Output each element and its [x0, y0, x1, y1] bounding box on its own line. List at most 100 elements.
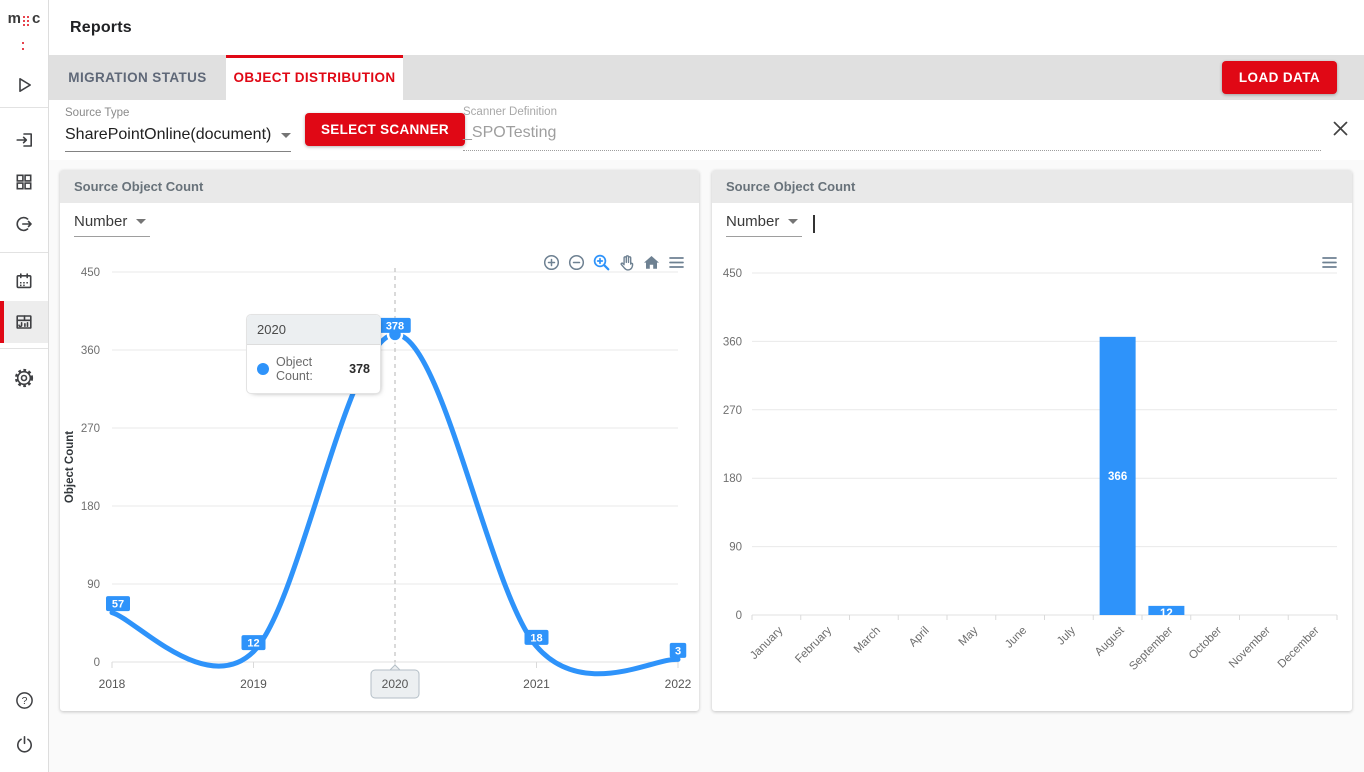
help-icon: ? [14, 690, 35, 711]
home-icon[interactable] [642, 253, 661, 272]
selector-row: Number [712, 203, 1352, 248]
selector-row: Number [60, 203, 699, 248]
bar-chart[interactable]: 09018027036045036612JanuaryFebruaryMarch… [712, 248, 1352, 711]
svg-text:450: 450 [81, 267, 100, 279]
svg-text:July: July [1055, 624, 1078, 647]
tabs-bar: MIGRATION STATUS OBJECT DISTRIBUTION LOA… [49, 55, 1364, 100]
panel-title: Source Object Count [60, 170, 699, 203]
gear-icon [13, 367, 35, 389]
sidebar-item-apps[interactable] [0, 161, 48, 203]
svg-text:October: October [1187, 625, 1225, 663]
svg-text:May: May [957, 624, 981, 648]
power-icon [14, 734, 35, 755]
tab-object-distribution[interactable]: OBJECT DISTRIBUTION [226, 55, 403, 100]
svg-text:April: April [907, 625, 932, 650]
svg-text:180: 180 [723, 473, 742, 485]
svg-text:90: 90 [729, 542, 742, 554]
chevron-down-icon [788, 219, 798, 224]
scanner-definition-label: Scanner Definition [463, 106, 1321, 118]
sign-in-icon [14, 130, 34, 150]
svg-text:12: 12 [1160, 608, 1173, 620]
svg-text:360: 360 [723, 336, 742, 348]
svg-text:366: 366 [1108, 471, 1127, 483]
chart-tooltip: 2020 Object Count: 378 [246, 314, 381, 394]
line-chart[interactable]: 0901802703604505712378183201820192020202… [60, 248, 699, 711]
svg-text:February: February [793, 624, 834, 665]
grid-icon [14, 172, 34, 192]
tooltip-series-value: 378 [349, 362, 370, 376]
svg-text:November: November [1227, 625, 1273, 671]
sidebar: m c [0, 0, 49, 772]
text-caret [813, 215, 815, 233]
svg-text:September: September [1127, 625, 1175, 673]
svg-text:180: 180 [81, 501, 100, 513]
sidebar-item-reports[interactable] [0, 301, 48, 343]
svg-text:August: August [1093, 624, 1127, 658]
svg-text:?: ? [21, 695, 27, 707]
bar-chart-svg[interactable]: 09018027036045036612JanuaryFebruaryMarch… [712, 248, 1344, 703]
svg-text:0: 0 [94, 657, 100, 669]
close-icon[interactable] [1331, 119, 1350, 143]
tab-migration-status[interactable]: MIGRATION STATUS [49, 55, 226, 100]
number-select-left[interactable]: Number [74, 213, 150, 237]
sidebar-item-run[interactable] [0, 64, 48, 106]
svg-text:378: 378 [386, 320, 404, 332]
sidebar-item-scheduler[interactable] [0, 260, 48, 302]
pan-icon[interactable] [617, 253, 636, 272]
svg-text:2022: 2022 [665, 677, 692, 691]
scanner-definition-field: Scanner Definition _SPOTesting [463, 106, 1321, 151]
select-scanner-button[interactable]: SELECT SCANNER [305, 113, 465, 146]
source-type-value: SharePointOnline(document) [65, 126, 271, 144]
logo-letter-m: m [8, 10, 21, 27]
zoom-out-icon[interactable] [567, 253, 586, 272]
sidebar-item-settings[interactable] [0, 357, 48, 399]
svg-text:Object Count: Object Count [64, 431, 76, 503]
number-select-value: Number [74, 213, 127, 230]
svg-text:450: 450 [723, 268, 742, 280]
number-select-value: Number [726, 213, 779, 230]
scanner-definition-value: _SPOTesting [463, 124, 1321, 142]
number-select-right[interactable]: Number [726, 213, 802, 237]
selection-zoom-icon[interactable] [592, 253, 611, 272]
logo-letter-c: c [32, 10, 40, 27]
report-chart-icon [14, 312, 34, 332]
chevron-down-icon [136, 219, 146, 224]
svg-text:360: 360 [81, 345, 100, 357]
bar-chart-panel: Source Object Count Number 0901802703604… [712, 170, 1352, 711]
svg-text:270: 270 [81, 423, 100, 435]
panel-title: Source Object Count [712, 170, 1352, 203]
chart-toolbar [1320, 253, 1339, 272]
load-data-button[interactable]: LOAD DATA [1222, 61, 1337, 94]
svg-text:90: 90 [87, 579, 100, 591]
calendar-icon [14, 271, 34, 291]
sidebar-item-sign-in[interactable] [0, 119, 48, 161]
sidebar-item-sign-out[interactable] [0, 203, 48, 245]
svg-text:18: 18 [530, 632, 542, 644]
play-icon [14, 75, 34, 95]
sidebar-item-power[interactable] [0, 723, 48, 765]
svg-text:2021: 2021 [523, 677, 550, 691]
source-type-select[interactable]: Source Type SharePointOnline(document) [65, 107, 291, 152]
sidebar-item-help[interactable]: ? [0, 679, 48, 721]
svg-text:March: March [852, 625, 883, 656]
chevron-down-icon [281, 133, 291, 138]
svg-text:2019: 2019 [240, 677, 267, 691]
zoom-in-icon[interactable] [542, 253, 561, 272]
tooltip-title: 2020 [247, 315, 380, 345]
sign-out-icon [14, 214, 34, 234]
top-bar: Reports [49, 0, 1364, 55]
app-logo[interactable]: m c [0, 10, 48, 56]
svg-text:January: January [748, 624, 786, 662]
menu-icon[interactable] [667, 253, 686, 272]
tooltip-series-dot [257, 363, 269, 375]
svg-text:June: June [1003, 625, 1029, 651]
tooltip-series-label: Object Count: [276, 355, 342, 383]
line-chart-panel: Source Object Count Number [60, 170, 699, 711]
svg-text:3: 3 [675, 645, 681, 657]
menu-icon[interactable] [1320, 253, 1339, 272]
content-area: Source Object Count Number [49, 160, 1364, 772]
source-type-label: Source Type [65, 107, 291, 119]
logo-dots [23, 16, 30, 27]
svg-text:0: 0 [736, 610, 742, 622]
svg-text:December: December [1276, 625, 1322, 671]
